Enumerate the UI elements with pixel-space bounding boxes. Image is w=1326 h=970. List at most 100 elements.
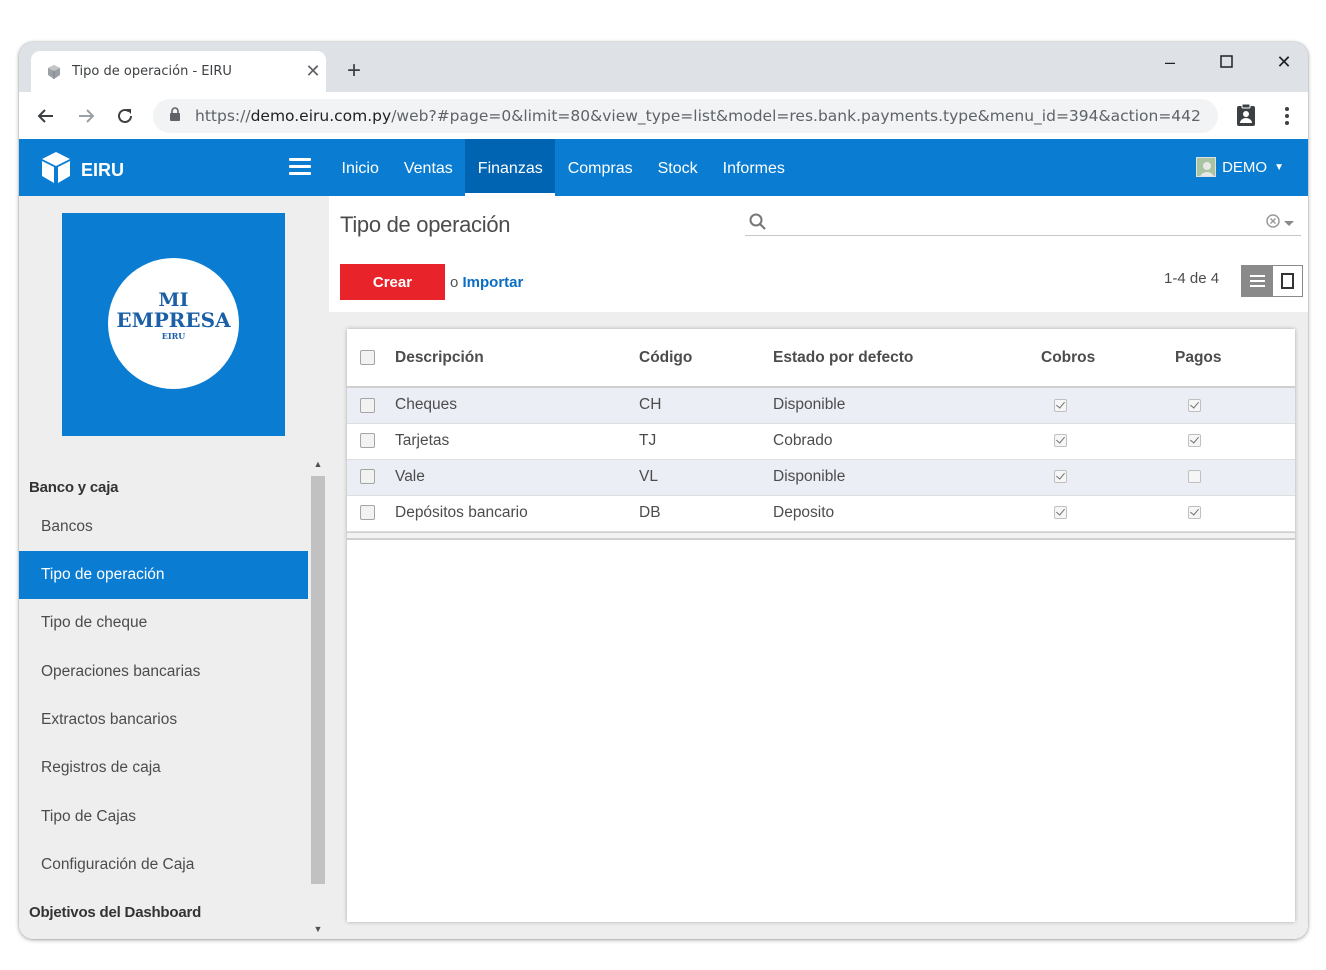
row-checkbox[interactable] (360, 469, 375, 485)
row-checkbox[interactable] (360, 433, 375, 449)
sidebar-item-registros-de-caja[interactable]: Registros de caja (19, 744, 308, 792)
caret-down-icon: ▼ (1274, 161, 1284, 173)
main-content: Tipo de operación Crear o Importar 1-4 d… (329, 196, 1308, 939)
or-label: o (450, 274, 459, 291)
cell-estado: Disponible (773, 396, 846, 414)
cobros-checkbox (1054, 398, 1067, 412)
scroll-down-icon[interactable]: ▼ (310, 924, 326, 934)
import-link[interactable]: Importar (463, 274, 524, 291)
table-row[interactable]: Cheques CH Disponible (347, 387, 1295, 423)
column-header-codigo[interactable]: Código (639, 329, 773, 387)
url-scheme: https:// (195, 107, 251, 125)
browser-tab[interactable]: Tipo de operación - EIRU ✕ (31, 51, 326, 92)
browser-toolbar: https://demo.eiru.com.py/web?#page=0&lim… (19, 92, 1308, 139)
cell-cobros (1041, 423, 1175, 459)
url-path: /web?#page=0&limit=80&view_type=list&mod… (391, 107, 1201, 125)
sidebar-item-configuracion-de-caja[interactable]: Configuración de Caja (19, 841, 308, 889)
sidebar-scroll-thumb[interactable] (311, 476, 325, 884)
page-title: Tipo de operación (340, 212, 511, 237)
table-row[interactable]: Tarjetas TJ Cobrado (347, 423, 1295, 459)
logo-line-1: MI (158, 289, 189, 311)
select-all-checkbox[interactable] (360, 349, 375, 365)
menu-item-finanzas[interactable]: Finanzas (465, 139, 556, 196)
cube-logo-icon (39, 150, 73, 191)
cell-pagos (1175, 459, 1295, 495)
tab-title: Tipo de operación - EIRU (72, 64, 232, 79)
sidebar-item-extractos-bancarios[interactable]: Extractos bancarios (19, 696, 308, 744)
cell-pagos (1175, 387, 1295, 423)
column-header-estado[interactable]: Estado por defecto (773, 329, 1041, 387)
pager[interactable]: 1-4 de 4 (1164, 270, 1219, 287)
sidebar-item-operaciones-bancarias[interactable]: Operaciones bancarias (19, 648, 308, 696)
table-row[interactable]: Vale VL Disponible (347, 459, 1295, 495)
search-options[interactable] (1266, 214, 1295, 233)
column-header-cobros[interactable]: Cobros (1041, 329, 1175, 387)
pagos-checkbox (1188, 434, 1201, 448)
list-view: Descripción Código Estado por defecto Co… (347, 329, 1295, 922)
url-host: demo.eiru.com.py (250, 107, 392, 125)
menu-item-ventas[interactable]: Ventas (391, 139, 465, 196)
sidebar-item-tipo-de-cheque[interactable]: Tipo de cheque (19, 599, 308, 647)
tab-strip: Tipo de operación - EIRU ✕ + – ✕ (19, 42, 1308, 92)
close-window-icon[interactable]: ✕ (1262, 48, 1306, 76)
cell-codigo: TJ (639, 432, 657, 449)
cobros-checkbox (1054, 434, 1067, 448)
cell-descripcion: Vale (395, 468, 425, 485)
logo-line-3: EIRU (161, 331, 186, 341)
menu-item-stock[interactable]: Stock (645, 139, 710, 196)
more-menu-icon[interactable] (1274, 103, 1300, 129)
maximize-icon[interactable] (1205, 48, 1249, 76)
cell-descripcion: Depósitos bancario (395, 504, 528, 521)
tab-close-icon[interactable]: ✕ (300, 61, 326, 82)
create-button[interactable]: Crear (340, 264, 445, 300)
sidebar-section-objetivos-del-dashboard[interactable]: Objetivos del Dashboard (29, 904, 201, 921)
sidebar-item-tipo-de-cajas[interactable]: Tipo de Cajas (19, 793, 308, 841)
row-checkbox[interactable] (360, 397, 375, 413)
form-view-icon[interactable] (1273, 266, 1302, 296)
minimize-icon[interactable]: – (1148, 48, 1192, 76)
table-row[interactable]: Depósitos bancario DB Deposito (347, 495, 1295, 531)
cell-pagos (1175, 495, 1295, 531)
company-logo: MI EMPRESA EIRU (62, 213, 285, 436)
company-logo-badge: MI EMPRESA EIRU (108, 258, 239, 389)
user-name: DEMO (1222, 158, 1268, 176)
import-link-group: o Importar (450, 274, 523, 291)
profile-clipboard-icon[interactable] (1233, 103, 1259, 129)
main-menu: Inicio Ventas Finanzas Compras Stock Inf… (329, 139, 797, 196)
column-header-descripcion[interactable]: Descripción (395, 329, 639, 387)
cell-cobros (1041, 459, 1175, 495)
cobros-checkbox (1054, 506, 1067, 520)
hamburger-menu-icon[interactable] (289, 158, 311, 179)
brand-name: EIRU (81, 160, 125, 180)
menu-item-inicio[interactable]: Inicio (329, 139, 391, 196)
cell-estado: Deposito (773, 504, 835, 521)
sidebar-item-bancos[interactable]: Bancos (19, 503, 308, 551)
reload-icon[interactable] (111, 102, 139, 130)
cell-pagos (1175, 423, 1295, 459)
clear-search-icon[interactable] (1266, 214, 1280, 233)
search-dropdown-icon[interactable] (1283, 215, 1295, 233)
menu-item-informes[interactable]: Informes (710, 139, 797, 196)
brand-logo[interactable]: EIRU (39, 150, 124, 191)
search-input[interactable] (775, 211, 1245, 233)
pagos-checkbox (1188, 506, 1201, 520)
row-select-cell (347, 387, 395, 423)
search-bar (745, 209, 1301, 236)
list-view-icon[interactable] (1242, 266, 1273, 296)
row-checkbox[interactable] (360, 505, 375, 521)
cube-favicon-icon (45, 63, 63, 81)
column-header-pagos[interactable]: Pagos (1175, 329, 1295, 387)
address-bar[interactable]: https://demo.eiru.com.py/web?#page=0&lim… (153, 99, 1218, 133)
scroll-up-icon[interactable]: ▲ (310, 459, 326, 469)
pagos-checkbox (1188, 398, 1201, 412)
back-icon[interactable] (32, 102, 60, 130)
cell-codigo: VL (639, 468, 658, 485)
menu-item-compras[interactable]: Compras (555, 139, 645, 196)
forward-icon[interactable] (72, 102, 100, 130)
lock-icon (169, 106, 183, 126)
user-menu[interactable]: DEMO ▼ (1196, 157, 1284, 177)
sidebar: MI EMPRESA EIRU Banco y caja Bancos Tipo… (19, 196, 329, 939)
new-tab-icon[interactable]: + (341, 58, 367, 84)
app-area: EIRU Inicio Ventas Finanzas Compras Stoc… (19, 139, 1308, 939)
sidebar-item-tipo-de-operacion[interactable]: Tipo de operación (19, 551, 308, 599)
